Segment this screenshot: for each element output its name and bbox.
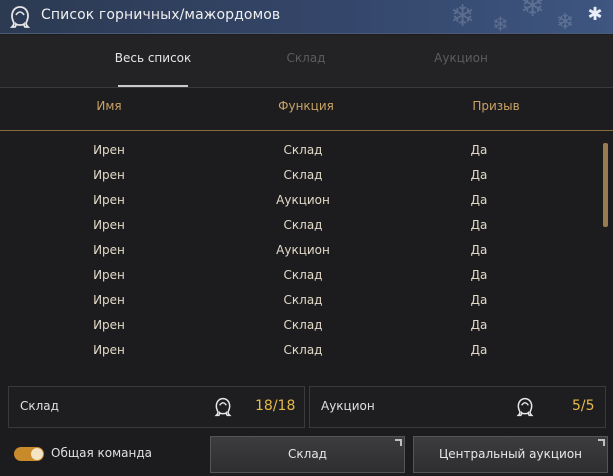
storage-summary-label: Склад xyxy=(20,399,59,413)
table-row[interactable]: Ирен Склад Да xyxy=(0,215,600,240)
table-row[interactable]: Ирен Склад Да xyxy=(0,290,600,315)
maid-list[interactable]: Ирен Склад Да Ирен Склад Да Ирен Аукцион… xyxy=(0,140,600,370)
table-row[interactable]: Ирен Аукцион Да xyxy=(0,240,600,265)
title-bar[interactable]: Список горничных/мажордомов ❄ ❄ ❄ ❄ ✱ xyxy=(0,0,613,34)
cell-name: Ирен xyxy=(93,293,125,307)
auction-count: 5/5 xyxy=(572,398,595,414)
cell-name: Ирен xyxy=(93,318,125,332)
cell-function: Склад xyxy=(283,343,323,357)
common-command-label: Общая команда xyxy=(51,446,153,460)
table-row[interactable]: Ирен Склад Да xyxy=(0,165,600,190)
table-row[interactable]: Ирен Склад Да xyxy=(0,340,600,365)
tab-storage[interactable]: Склад xyxy=(251,51,361,65)
cell-function: Склад xyxy=(283,318,323,332)
snowflake-decoration-icon: ❄ xyxy=(556,10,575,34)
storage-summary-panel: Склад 18/18 xyxy=(8,386,305,428)
table-header: Имя Функция Призыв xyxy=(0,89,613,131)
cell-summon: Да xyxy=(470,193,488,207)
expand-corner-icon xyxy=(395,439,402,446)
central-auction-button[interactable]: Центральный аукцион xyxy=(413,436,608,473)
table-row[interactable]: Ирен Склад Да xyxy=(0,140,600,165)
table-row[interactable]: Ирен Склад Да xyxy=(0,315,600,340)
table-row[interactable]: Ирен Аукцион Да xyxy=(0,190,600,215)
column-header-name[interactable]: Имя xyxy=(49,99,169,113)
cell-summon: Да xyxy=(470,143,488,157)
maid-icon xyxy=(214,397,232,417)
column-header-function[interactable]: Функция xyxy=(246,99,366,113)
tab-auction[interactable]: Аукцион xyxy=(406,51,516,65)
cell-name: Ирен xyxy=(93,218,125,232)
active-tab-underline xyxy=(118,85,188,87)
storage-button[interactable]: Склад xyxy=(210,436,405,473)
maid-icon xyxy=(516,397,534,417)
auction-summary-label: Аукцион xyxy=(321,399,375,413)
list-scrollbar[interactable] xyxy=(603,143,608,227)
central-auction-button-label: Центральный аукцион xyxy=(438,447,583,461)
window-title: Список горничных/мажордомов xyxy=(41,7,281,23)
cell-summon: Да xyxy=(470,268,488,282)
table-row[interactable]: Ирен Склад Да xyxy=(0,265,600,290)
cell-function: Аукцион xyxy=(276,243,330,257)
cell-summon: Да xyxy=(470,318,488,332)
cell-name: Ирен xyxy=(93,268,125,282)
auction-summary-panel: Аукцион 5/5 xyxy=(309,386,606,428)
cell-function: Склад xyxy=(283,268,323,282)
tab-all[interactable]: Весь список xyxy=(98,51,208,65)
snowflake-decoration-icon: ❄ xyxy=(492,12,509,34)
cell-name: Ирен xyxy=(93,168,125,182)
maid-icon xyxy=(9,6,31,28)
storage-count: 18/18 xyxy=(255,398,296,414)
cell-summon: Да xyxy=(470,243,488,257)
cell-function: Аукцион xyxy=(276,193,330,207)
cell-function: Склад xyxy=(283,143,323,157)
cell-name: Ирен xyxy=(93,193,125,207)
column-header-summon[interactable]: Призыв xyxy=(436,99,556,113)
cell-name: Ирен xyxy=(93,143,125,157)
cell-summon: Да xyxy=(470,168,488,182)
common-command-toggle[interactable] xyxy=(14,447,44,461)
storage-button-label: Склад xyxy=(288,447,327,461)
snowflake-decoration-icon: ❄ xyxy=(450,0,476,34)
cell-function: Склад xyxy=(283,168,323,182)
cell-name: Ирен xyxy=(93,343,125,357)
cell-function: Склад xyxy=(283,218,323,232)
cell-function: Склад xyxy=(283,293,323,307)
maid-list-window: Список горничных/мажордомов ❄ ❄ ❄ ❄ ✱ Ве… xyxy=(0,0,613,476)
close-icon[interactable]: ✱ xyxy=(584,4,606,26)
cell-name: Ирен xyxy=(93,243,125,257)
cell-summon: Да xyxy=(470,293,488,307)
snowflake-decoration-icon: ❄ xyxy=(520,0,546,24)
cell-summon: Да xyxy=(470,343,488,357)
cell-summon: Да xyxy=(470,218,488,232)
expand-corner-icon xyxy=(598,439,605,446)
tab-bar: Весь список Склад Аукцион xyxy=(0,35,613,88)
toggle-knob xyxy=(31,448,43,460)
